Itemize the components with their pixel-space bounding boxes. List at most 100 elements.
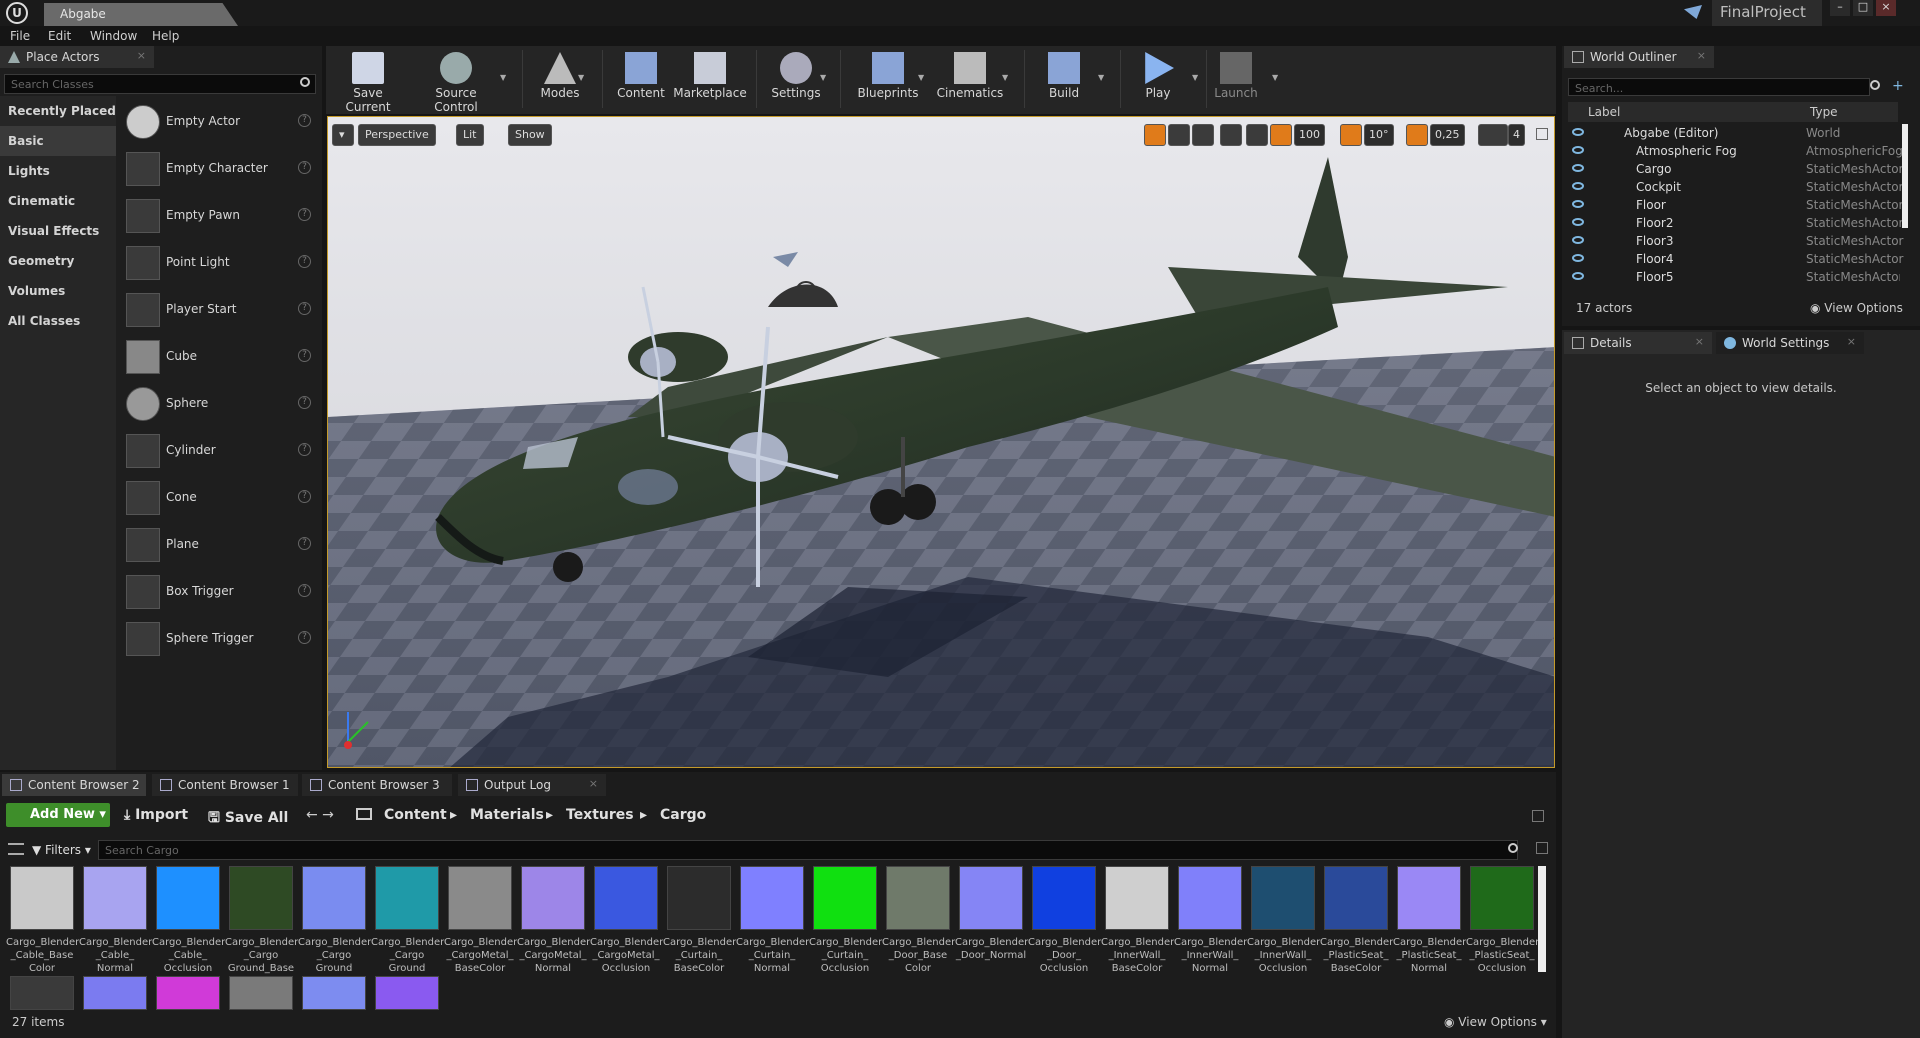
content-scrollbar[interactable] <box>1538 866 1546 972</box>
visibility-eye-icon[interactable] <box>1572 218 1584 226</box>
sources-panel-icon[interactable] <box>8 843 24 855</box>
actor-sphere-trigger[interactable]: Sphere Trigger? <box>120 617 320 661</box>
search-cargo-input[interactable]: Search Cargo <box>98 840 1518 860</box>
tab-place-actors[interactable]: Place Actors × <box>0 46 154 68</box>
visibility-eye-icon[interactable] <box>1572 272 1584 280</box>
actor-player-start[interactable]: Player Start? <box>120 288 320 332</box>
minimize-icon[interactable]: – <box>1830 0 1850 16</box>
asset-tile[interactable] <box>83 976 147 1010</box>
breadcrumb-content[interactable]: Content <box>384 807 447 823</box>
translate-icon[interactable] <box>1144 124 1166 146</box>
asset-tile[interactable]: Cargo_Blender _PlasticSeat_ BaseColor <box>1320 866 1393 996</box>
asset-tile[interactable] <box>10 976 74 1010</box>
help-icon[interactable]: ? <box>298 255 311 268</box>
asset-tile[interactable]: Cargo_Blender _PlasticSeat_ Occlusion <box>1466 866 1539 996</box>
rotation-snap-icon[interactable] <box>1340 124 1362 146</box>
asset-tile[interactable]: Cargo_Blender _InnerWall_ BaseColor <box>1101 866 1174 996</box>
maximize-viewport-icon[interactable] <box>1536 128 1548 140</box>
camera-speed-icon[interactable] <box>1478 124 1508 146</box>
menu-edit[interactable]: Edit <box>48 29 71 43</box>
modes-button[interactable]: Modes <box>522 50 598 108</box>
marketplace-button[interactable]: Marketplace <box>672 50 748 108</box>
outliner-row[interactable]: Cockpit StaticMeshActor <box>1568 178 1903 196</box>
outliner-row[interactable]: Floor StaticMeshActor <box>1568 196 1903 214</box>
perspective-button[interactable]: Perspective <box>358 124 436 146</box>
asset-tile[interactable]: Cargo_Blender _CargoMetal_ Normal <box>517 866 590 996</box>
launch-button[interactable]: Launch <box>1198 50 1274 108</box>
column-type-header[interactable]: Type <box>1810 105 1838 119</box>
grid-snap-icon[interactable] <box>1270 124 1292 146</box>
chevron-down-icon[interactable]: ▼ <box>918 73 924 82</box>
actor-plane[interactable]: Plane? <box>120 523 320 567</box>
visibility-eye-icon[interactable] <box>1572 200 1584 208</box>
source-control-button[interactable]: Source Control <box>412 50 500 114</box>
help-icon[interactable]: ? <box>298 443 311 456</box>
category-visual-effects[interactable]: Visual Effects <box>0 216 116 246</box>
back-forward-arrows[interactable]: ← → <box>306 807 334 823</box>
actor-empty-pawn[interactable]: Empty Pawn? <box>120 194 320 238</box>
category-basic[interactable]: Basic <box>0 126 116 156</box>
add-new-button[interactable]: Add New ▾ <box>6 803 110 827</box>
actor-cylinder[interactable]: Cylinder? <box>120 429 320 473</box>
camera-speed-value[interactable]: 4 <box>1508 124 1525 146</box>
content-button[interactable]: Content <box>604 50 678 108</box>
save-all-button[interactable]: 🖫 Save All <box>208 807 288 831</box>
scale-icon[interactable] <box>1192 124 1214 146</box>
menu-file[interactable]: File <box>10 29 30 43</box>
import-button[interactable]: ⤓ Import <box>124 807 188 823</box>
help-icon[interactable]: ? <box>298 537 311 550</box>
category-volumes[interactable]: Volumes <box>0 276 116 306</box>
close-icon[interactable]: × <box>1847 335 1856 348</box>
outliner-row[interactable]: Atmospheric Fog AtmosphericFog <box>1568 142 1903 160</box>
lock-icon[interactable] <box>1532 810 1544 822</box>
search-classes-input[interactable]: Search Classes <box>4 74 316 94</box>
asset-tile[interactable]: Cargo_Blender _InnerWall_ Normal <box>1174 866 1247 996</box>
category-lights[interactable]: Lights <box>0 156 116 186</box>
chevron-down-icon[interactable]: ▼ <box>820 73 826 82</box>
scale-snap-value[interactable]: 0,25 <box>1430 124 1465 146</box>
tab-content-browser-1[interactable]: Content Browser 1 <box>152 774 298 796</box>
cinematics-button[interactable]: Cinematics <box>932 50 1008 108</box>
visibility-eye-icon[interactable] <box>1572 128 1584 136</box>
menu-help[interactable]: Help <box>152 29 179 43</box>
save-search-icon[interactable] <box>1536 842 1548 854</box>
actor-cone[interactable]: Cone? <box>120 476 320 520</box>
help-icon[interactable]: ? <box>298 114 311 127</box>
chevron-down-icon[interactable]: ▼ <box>1002 73 1008 82</box>
chevron-down-icon[interactable]: ▼ <box>1272 73 1278 82</box>
actor-box-trigger[interactable]: Box Trigger? <box>120 570 320 614</box>
help-icon[interactable]: ? <box>298 349 311 362</box>
help-icon[interactable]: ? <box>298 396 311 409</box>
close-icon[interactable]: × <box>1697 49 1706 62</box>
visibility-eye-icon[interactable] <box>1572 182 1584 190</box>
surface-snap-icon[interactable] <box>1246 124 1268 146</box>
outliner-scrollbar[interactable] <box>1902 124 1908 228</box>
actor-empty-character[interactable]: Empty Character? <box>120 147 320 191</box>
actor-sphere[interactable]: Sphere? <box>120 382 320 426</box>
visibility-eye-icon[interactable] <box>1572 236 1584 244</box>
tab-details[interactable]: Details × <box>1564 332 1712 354</box>
help-icon[interactable]: ? <box>298 631 311 644</box>
close-icon[interactable]: × <box>137 49 146 62</box>
category-all-classes[interactable]: All Classes <box>0 306 116 336</box>
category-recently-placed[interactable]: Recently Placed <box>0 96 116 126</box>
add-icon[interactable]: + <box>1892 78 1908 94</box>
actor-point-light[interactable]: Point Light? <box>120 241 320 285</box>
visibility-eye-icon[interactable] <box>1572 164 1584 172</box>
breadcrumb-textures[interactable]: Textures <box>566 807 634 823</box>
asset-tile[interactable]: Cargo_Blender _CargoMetal_ BaseColor <box>444 866 517 996</box>
lit-button[interactable]: Lit <box>456 124 484 146</box>
blueprints-button[interactable]: Blueprints <box>850 50 926 108</box>
filters-button[interactable]: ▼ Filters ▾ <box>32 843 91 857</box>
breadcrumb-cargo[interactable]: Cargo <box>660 807 706 823</box>
asset-tile[interactable] <box>302 976 366 1010</box>
asset-tile[interactable]: Cargo_Blender _Door_Base Color <box>882 866 955 996</box>
help-icon[interactable]: ? <box>298 490 311 503</box>
asset-tile[interactable]: Cargo_Blender _InnerWall_ Occlusion <box>1247 866 1320 996</box>
actor-cube[interactable]: Cube? <box>120 335 320 379</box>
asset-tile[interactable] <box>375 976 439 1010</box>
tab-output-log[interactable]: Output Log × <box>458 774 606 796</box>
help-icon[interactable]: ? <box>298 161 311 174</box>
breadcrumb-materials[interactable]: Materials <box>470 807 544 823</box>
outliner-row[interactable]: Abgabe (Editor) World <box>1568 124 1900 142</box>
